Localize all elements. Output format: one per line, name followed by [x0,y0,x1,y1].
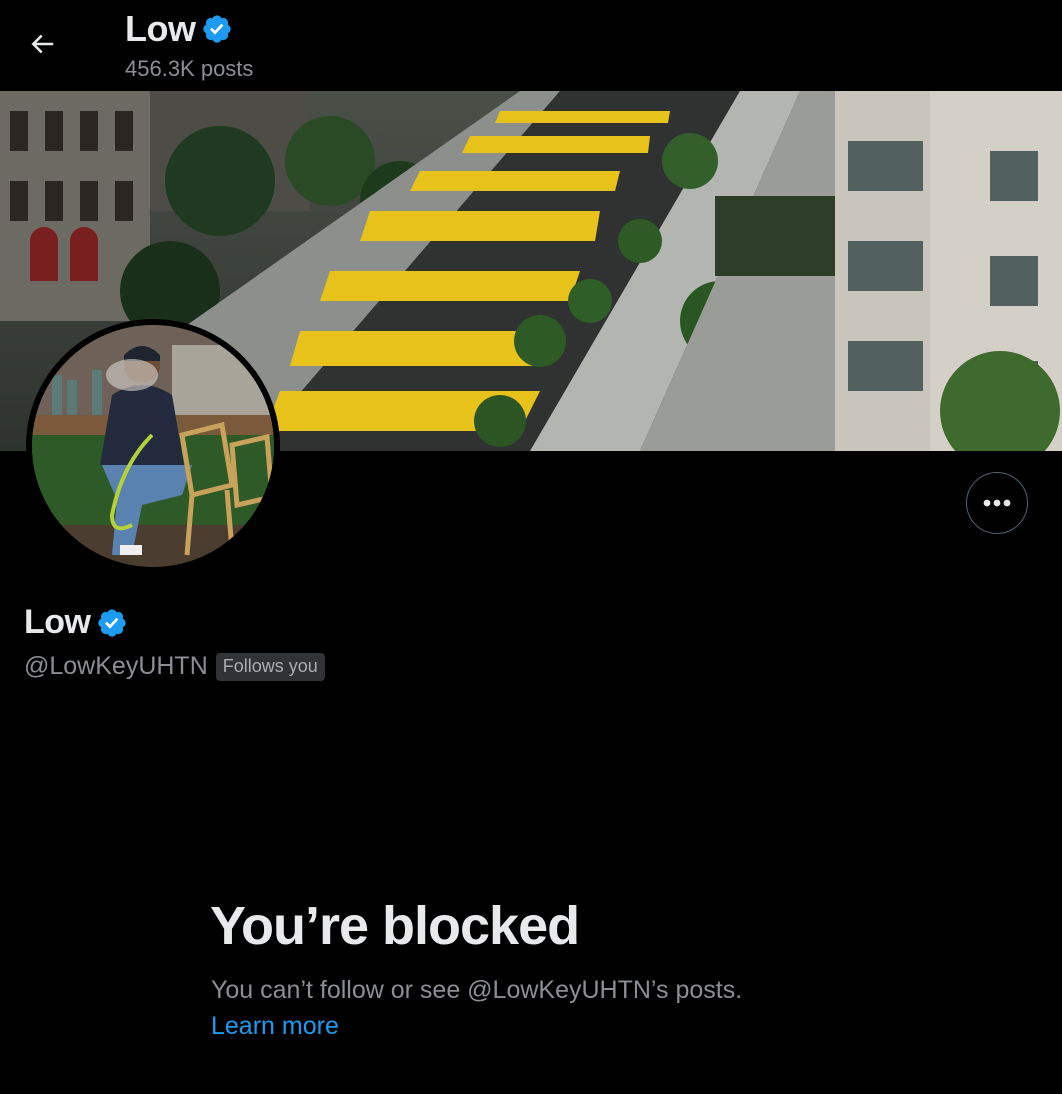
arrow-left-icon [31,34,54,54]
more-options-button[interactable] [966,472,1028,534]
learn-more-link[interactable]: Learn more [211,1012,339,1041]
avatar-border [26,319,280,573]
blocked-title: You’re blocked [210,896,580,956]
verified-badge-icon[interactable] [96,607,128,639]
header-name-row: Low [125,8,233,50]
profile-handle: @LowKeyUHTN [24,652,208,680]
handle-row: @LowKeyUHTN Follows you [24,652,325,681]
more-horizontal-icon [983,499,1011,507]
profile-display-name: Low [24,603,91,641]
blocked-description: You can’t follow or see @LowKeyUHTN’s po… [211,976,743,1004]
follows-you-badge: Follows you [215,652,325,681]
header-display-name: Low [125,8,196,49]
profile-name-row: Low [24,603,128,642]
avatar-photo [32,325,274,567]
avatar[interactable] [32,325,274,567]
back-button[interactable] [20,24,64,64]
verified-badge-icon [203,15,232,43]
profile-header: Low 456.3K posts [0,0,1062,91]
posts-count: 456.3K posts [125,56,254,81]
